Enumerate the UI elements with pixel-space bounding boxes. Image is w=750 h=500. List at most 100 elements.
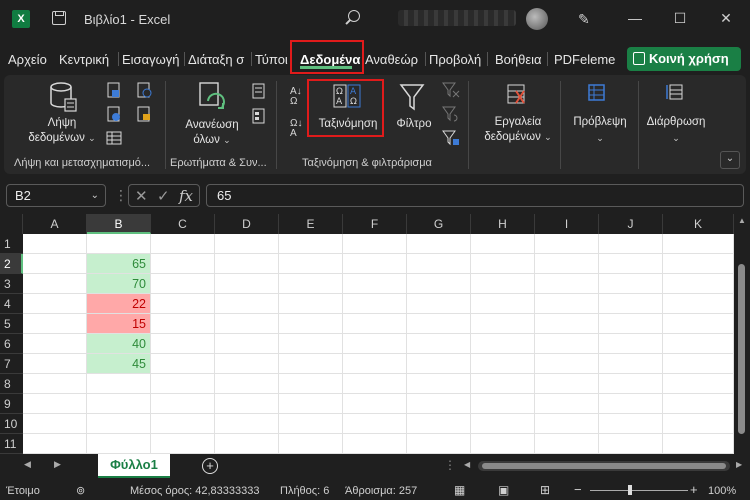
grid-cell[interactable] bbox=[151, 374, 215, 394]
grid-cell[interactable] bbox=[663, 314, 734, 334]
grid-cell[interactable] bbox=[215, 414, 279, 434]
grid-cell[interactable] bbox=[663, 334, 734, 354]
cell-b6[interactable]: 40 bbox=[87, 334, 151, 354]
grid-cell[interactable] bbox=[151, 274, 215, 294]
sort-descending-icon[interactable]: Ω↓ Α bbox=[290, 119, 302, 139]
grid-cell[interactable] bbox=[599, 354, 663, 374]
name-box-chevron-down-icon[interactable]: ⌄ bbox=[91, 185, 99, 206]
grid-cell[interactable] bbox=[471, 394, 535, 414]
cell-b4[interactable]: 22 bbox=[87, 294, 151, 314]
get-data-label-2[interactable]: δεδομένων ⌄ bbox=[22, 131, 102, 145]
grid-cell[interactable] bbox=[407, 254, 471, 274]
grid-cell[interactable] bbox=[279, 254, 343, 274]
row-header[interactable]: 5 bbox=[0, 314, 23, 334]
grid-cell[interactable] bbox=[407, 334, 471, 354]
grid-cell[interactable] bbox=[279, 434, 343, 454]
grid-cell[interactable] bbox=[407, 414, 471, 434]
grid-cell[interactable] bbox=[535, 314, 599, 334]
horizontal-scroll-thumb[interactable] bbox=[482, 463, 726, 469]
grid-cell[interactable] bbox=[215, 254, 279, 274]
data-tools-icon[interactable] bbox=[506, 83, 528, 107]
column-header[interactable]: K bbox=[663, 214, 734, 234]
grid-cell[interactable] bbox=[343, 414, 407, 434]
tab-help[interactable]: Βοήθεια bbox=[495, 52, 542, 67]
grid-cell[interactable] bbox=[343, 394, 407, 414]
grid-cell[interactable] bbox=[23, 374, 87, 394]
cell-b8[interactable] bbox=[87, 374, 151, 394]
data-tools-label-2[interactable]: δεδομένων ⌄ bbox=[474, 130, 562, 144]
add-sheet-icon[interactable]: + bbox=[202, 458, 218, 474]
avatar[interactable] bbox=[526, 8, 548, 30]
grid-cell[interactable] bbox=[471, 234, 535, 254]
data-tools-label[interactable]: Εργαλεία bbox=[482, 115, 554, 129]
sheet-tab-active[interactable]: Φύλλο1 bbox=[98, 454, 170, 478]
grid-cell[interactable] bbox=[151, 314, 215, 334]
row-header[interactable]: 11 bbox=[0, 434, 23, 454]
grid-cell[interactable] bbox=[663, 414, 734, 434]
row-header[interactable]: 2 bbox=[0, 254, 23, 274]
grid-cell[interactable] bbox=[471, 254, 535, 274]
grid-cell[interactable] bbox=[599, 334, 663, 354]
grid-cell[interactable] bbox=[23, 234, 87, 254]
grid-cell[interactable] bbox=[599, 234, 663, 254]
cell-b2[interactable]: 65 bbox=[87, 254, 151, 274]
grid-cell[interactable] bbox=[535, 434, 599, 454]
column-header[interactable]: G bbox=[407, 214, 471, 234]
scroll-left-icon[interactable]: ◀ bbox=[464, 460, 470, 469]
column-header[interactable]: E bbox=[279, 214, 343, 234]
close-button[interactable]: ✕ bbox=[716, 8, 736, 28]
existing-connections-icon[interactable] bbox=[136, 106, 152, 122]
grid-cell[interactable] bbox=[471, 354, 535, 374]
refresh-all-label-2[interactable]: όλων ⌄ bbox=[184, 133, 240, 147]
cell-b1[interactable] bbox=[87, 234, 151, 254]
from-text-icon[interactable] bbox=[106, 82, 122, 98]
grid-cell[interactable] bbox=[343, 334, 407, 354]
grid-cell[interactable] bbox=[151, 254, 215, 274]
grid-cell[interactable] bbox=[215, 434, 279, 454]
formula-input[interactable]: 65 bbox=[206, 184, 744, 207]
grid-cell[interactable] bbox=[471, 414, 535, 434]
grid-cell[interactable] bbox=[471, 374, 535, 394]
column-header[interactable]: J bbox=[599, 214, 663, 234]
grid-cell[interactable] bbox=[215, 274, 279, 294]
column-header[interactable]: F bbox=[343, 214, 407, 234]
grid-cell[interactable] bbox=[471, 314, 535, 334]
grid-cell[interactable] bbox=[23, 274, 87, 294]
grid-cell[interactable] bbox=[279, 414, 343, 434]
grid-cell[interactable] bbox=[23, 394, 87, 414]
cell-b5[interactable]: 15 bbox=[87, 314, 151, 334]
column-header[interactable]: I bbox=[535, 214, 599, 234]
pen-icon[interactable]: ✎ bbox=[578, 11, 590, 28]
tab-pdfelement[interactable]: PDFeleme bbox=[554, 52, 615, 67]
grid-cell[interactable] bbox=[343, 254, 407, 274]
cell-b9[interactable] bbox=[87, 394, 151, 414]
tab-file[interactable]: Αρχείο bbox=[8, 52, 47, 67]
insert-function-icon[interactable]: fx bbox=[179, 187, 193, 205]
forecast-label[interactable]: Πρόβλεψη bbox=[562, 115, 638, 129]
row-header[interactable]: 7 bbox=[0, 354, 23, 374]
tab-home[interactable]: Κεντρική bbox=[59, 52, 109, 67]
row-header[interactable]: 9 bbox=[0, 394, 23, 414]
grid-cell[interactable] bbox=[279, 334, 343, 354]
outline-icon[interactable] bbox=[666, 83, 684, 103]
search-icon[interactable] bbox=[348, 10, 360, 22]
grid-cell[interactable] bbox=[599, 434, 663, 454]
clear-filter-icon[interactable] bbox=[442, 82, 460, 98]
properties-icon[interactable] bbox=[252, 108, 266, 124]
from-table-icon[interactable] bbox=[106, 130, 122, 146]
grid-cell[interactable] bbox=[23, 294, 87, 314]
grid-cell[interactable] bbox=[599, 274, 663, 294]
column-header[interactable]: D bbox=[215, 214, 279, 234]
grid-cell[interactable] bbox=[343, 274, 407, 294]
get-data-icon[interactable] bbox=[48, 81, 78, 113]
grid-cell[interactable] bbox=[343, 354, 407, 374]
grid-cell[interactable] bbox=[23, 414, 87, 434]
cell-b11[interactable] bbox=[87, 434, 151, 454]
forecast-chevron-down-icon[interactable]: ⌄ bbox=[594, 131, 606, 145]
grid-cell[interactable] bbox=[471, 294, 535, 314]
tab-view[interactable]: Προβολή bbox=[429, 52, 481, 67]
grid-cell[interactable] bbox=[535, 374, 599, 394]
grid-cell[interactable] bbox=[535, 394, 599, 414]
grid-cell[interactable] bbox=[407, 234, 471, 254]
grid-cell[interactable] bbox=[663, 254, 734, 274]
